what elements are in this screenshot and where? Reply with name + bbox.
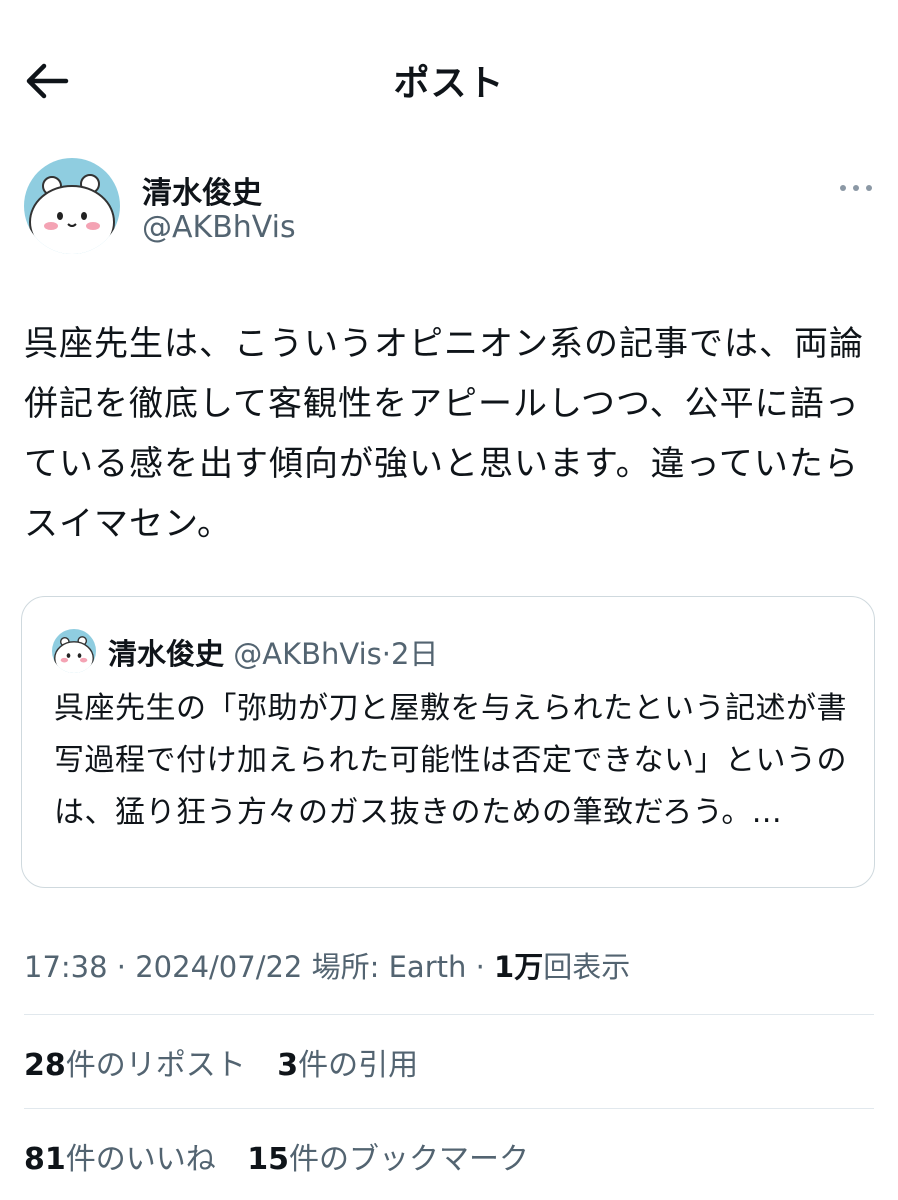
stats-row-likes: 81件のいいね 15件のブックマーク: [24, 1134, 551, 1178]
reposts-count: 28: [24, 1048, 66, 1083]
avatar-illustration-icon: [52, 629, 96, 673]
quoted-author-handle: @AKBhVis: [233, 637, 382, 671]
post-location: 場所: Earth: [311, 950, 467, 984]
reposts-label: 件のリポスト: [65, 1048, 246, 1083]
more-options-button[interactable]: [838, 180, 874, 196]
quoted-post[interactable]: 清水俊史 @AKBhVis·2日 呉座先生の「弥助が刀と屋敷を与えられたという記…: [21, 596, 875, 888]
post-meta: 17:38 · 2024/07/22 場所: Earth · 1万回表示: [24, 944, 630, 986]
quotes-count: 3: [277, 1048, 299, 1083]
likes-stat[interactable]: 81件のいいね: [24, 1142, 216, 1177]
views-count: 1万: [494, 950, 544, 984]
post-text: 呉座先生は、こういうオピニオン系の記事では、両論併記を徹底して客観性をアピールし…: [24, 324, 864, 544]
avatar[interactable]: [24, 158, 120, 254]
views-label: 回表示: [543, 950, 631, 984]
meta-separator: ·: [475, 950, 485, 984]
reposts-stat[interactable]: 28件のリポスト: [24, 1048, 246, 1083]
quotes-label: 件の引用: [298, 1048, 419, 1083]
quoted-author-name: 清水俊史: [108, 637, 225, 671]
author-name[interactable]: 清水俊史: [142, 168, 262, 212]
quoted-avatar[interactable]: [52, 629, 96, 673]
more-dots-icon: [840, 185, 872, 191]
post-time[interactable]: 17:38: [24, 950, 108, 984]
post-author: 清水俊史 @AKBhVis: [24, 158, 874, 258]
post-date[interactable]: 2024/07/22: [135, 950, 302, 984]
author-handle[interactable]: @AKBhVis: [142, 210, 296, 245]
bookmarks-count: 15: [247, 1142, 290, 1177]
meta-separator: ·: [116, 950, 127, 984]
bookmarks-stat[interactable]: 15件のブックマーク: [247, 1142, 529, 1177]
likes-count: 81: [24, 1142, 66, 1177]
stats-row-reposts: 28件のリポスト 3件の引用: [24, 1040, 440, 1084]
quoted-separator: ·: [381, 637, 391, 671]
bookmarks-label: 件のブックマーク: [289, 1142, 530, 1177]
avatar-illustration-icon: [24, 158, 120, 254]
divider: [24, 1108, 874, 1109]
quoted-time: 2日: [390, 637, 439, 671]
quotes-stat[interactable]: 3件の引用: [277, 1048, 418, 1083]
quoted-text: 呉座先生の「弥助が刀と屋敷を与えられたという記述が書写過程で付け加えられた可能性…: [54, 691, 847, 830]
top-bar: ポスト: [0, 0, 898, 160]
page-title: ポスト: [393, 63, 505, 104]
quoted-meta: 清水俊史 @AKBhVis·2日: [108, 631, 438, 673]
likes-label: 件のいいね: [65, 1142, 216, 1177]
divider: [24, 1014, 874, 1015]
